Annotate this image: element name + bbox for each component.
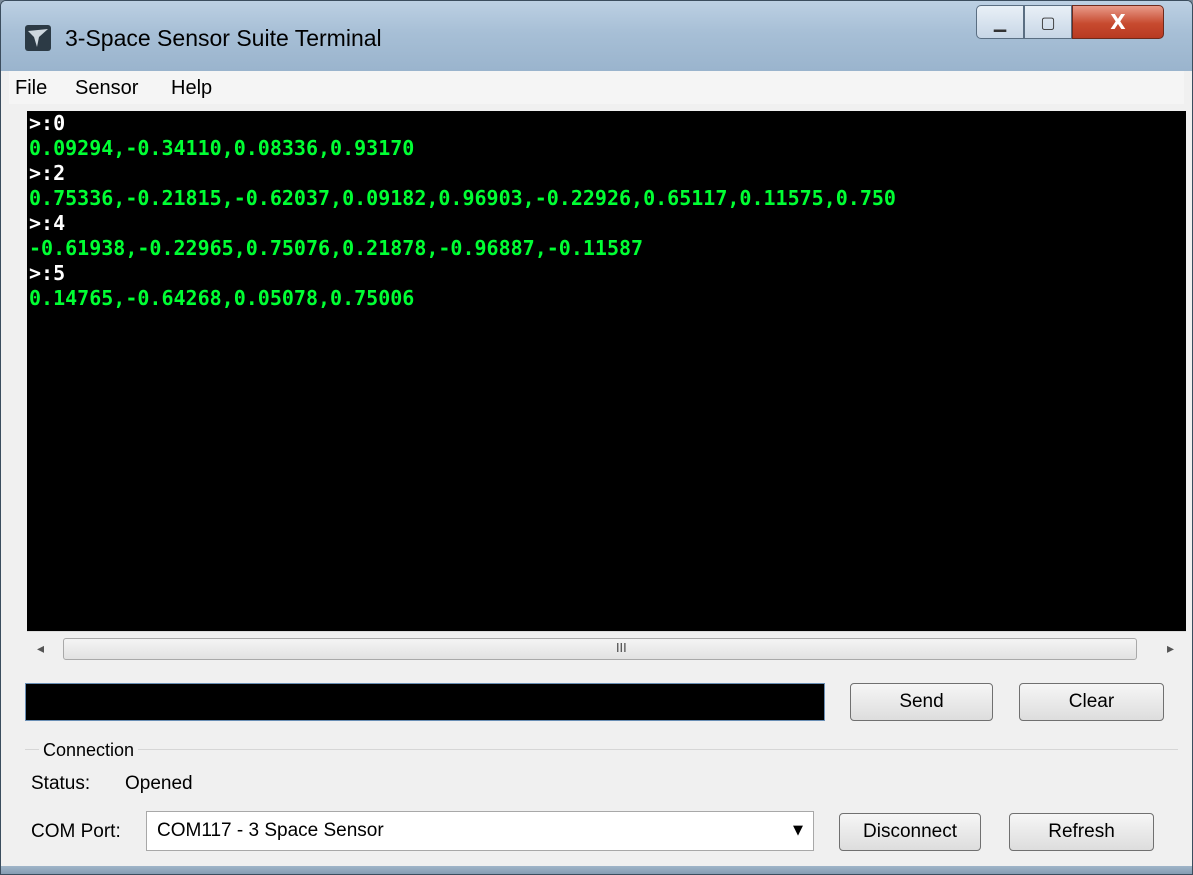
terminal-output[interactable]: >:0 0.09294,-0.34110,0.08336,0.93170 >:2 0.… [27, 111, 1186, 631]
title-bar[interactable]: 3-Space Sensor Suite Terminal ▁ ▢ X [1, 1, 1192, 71]
clear-button[interactable]: Clear [1019, 683, 1164, 721]
terminal-prompt-line: >:5 [29, 261, 66, 285]
com-port-select[interactable]: COM117 - 3 Space Sensor ▼ [146, 811, 814, 851]
close-button[interactable]: X [1072, 5, 1164, 39]
maximize-button[interactable]: ▢ [1024, 5, 1072, 39]
com-port-selected-value: COM117 - 3 Space Sensor [157, 820, 384, 841]
scrollbar-thumb[interactable]: III [63, 638, 1137, 660]
scroll-left-icon[interactable]: ◂ [37, 640, 44, 657]
window-title: 3-Space Sensor Suite Terminal [65, 25, 382, 51]
scrollbar-grip-icon: III [616, 641, 627, 655]
window-controls: ▁ ▢ X [976, 5, 1164, 41]
close-icon: X [1110, 10, 1126, 34]
connection-group-label: Connection [39, 740, 139, 761]
window-bottom-border [1, 866, 1192, 874]
scroll-right-icon[interactable]: ▸ [1167, 640, 1174, 657]
chevron-down-icon[interactable]: ▼ [793, 823, 803, 838]
com-port-label: COM Port: [31, 821, 121, 842]
status-label: Status: [31, 773, 91, 794]
terminal-prompt-line: >:0 [29, 111, 66, 135]
terminal-prompt-line: >:2 [29, 161, 66, 185]
status-value: Opened [125, 773, 193, 794]
minimize-button[interactable]: ▁ [976, 5, 1024, 39]
menu-help[interactable]: Help [171, 77, 212, 100]
send-button[interactable]: Send [850, 683, 993, 721]
horizontal-scrollbar[interactable]: ◂ III ▸ [27, 631, 1186, 666]
terminal-data-line: -0.61938,-0.22965,0.75076,0.21878,-0.968… [29, 236, 644, 260]
app-icon[interactable] [25, 25, 51, 51]
command-input[interactable] [25, 683, 825, 721]
app-window: 3-Space Sensor Suite Terminal ▁ ▢ X File… [0, 0, 1193, 875]
minimize-icon: ▁ [993, 12, 1007, 32]
terminal-prompt-line: >:4 [29, 211, 66, 235]
menu-sensor[interactable]: Sensor [75, 77, 138, 100]
menu-file[interactable]: File [15, 77, 47, 100]
menu-bar: File Sensor Help [9, 71, 1184, 104]
refresh-button[interactable]: Refresh [1009, 813, 1154, 851]
maximize-icon: ▢ [1040, 12, 1056, 32]
terminal-data-line: 0.75336,-0.21815,-0.62037,0.09182,0.9690… [29, 186, 896, 210]
terminal-data-line: 0.14765,-0.64268,0.05078,0.75006 [29, 286, 415, 310]
disconnect-button[interactable]: Disconnect [839, 813, 981, 851]
terminal-data-line: 0.09294,-0.34110,0.08336,0.93170 [29, 136, 415, 160]
